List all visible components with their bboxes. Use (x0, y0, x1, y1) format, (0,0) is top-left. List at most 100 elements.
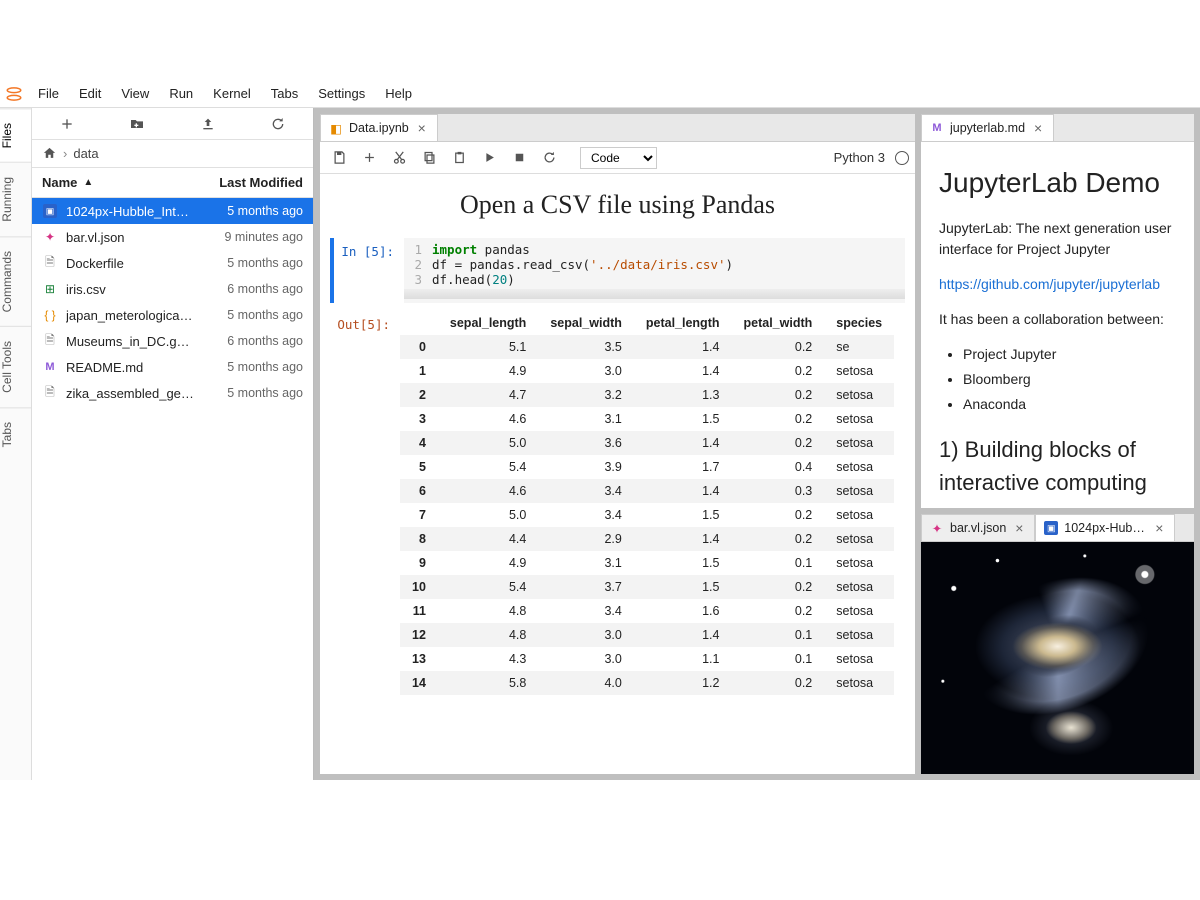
dataframe-table: sepal_lengthsepal_widthpetal_lengthpetal… (400, 311, 894, 695)
sort-caret-icon: ▲ (83, 177, 93, 188)
menu-run[interactable]: Run (159, 86, 203, 101)
image-viewport[interactable] (921, 542, 1194, 774)
kernel-status-icon (895, 151, 909, 165)
restart-button[interactable] (536, 145, 562, 171)
new-folder-button[interactable] (102, 108, 172, 139)
file-name: iris.csv (66, 282, 195, 297)
file-row[interactable]: 🗎Dockerfile5 months ago (32, 250, 313, 276)
menu-kernel[interactable]: Kernel (203, 86, 261, 101)
close-icon[interactable]: × (415, 120, 429, 136)
md-list-item: Anaconda (963, 394, 1176, 415)
menu-settings[interactable]: Settings (308, 86, 375, 101)
file-name: japan_meterological_a... (66, 308, 195, 323)
file-icon: M (42, 359, 58, 375)
file-icon: ▣ (42, 203, 58, 219)
home-icon (42, 146, 57, 161)
file-name: bar.vl.json (66, 230, 195, 245)
kernel-name[interactable]: Python 3 (834, 150, 891, 165)
dataframe-output[interactable]: sepal_lengthsepal_widthpetal_lengthpetal… (400, 311, 905, 695)
menu-edit[interactable]: Edit (69, 86, 111, 101)
file-modified: 5 months ago (203, 256, 303, 270)
vega-icon: ✦ (930, 521, 944, 535)
markdown-tab-strip: M jupyterlab.md × (921, 114, 1194, 142)
notebook-body[interactable]: Open a CSV file using Pandas In [5]: 1im… (320, 174, 915, 774)
md-h2: 1) Building blocks of interactive comput… (939, 433, 1176, 499)
file-row[interactable]: ▣ 1024px-Hubble_Intera... 5 months ago (32, 198, 313, 224)
menu-help[interactable]: Help (375, 86, 422, 101)
galaxy-image (921, 542, 1194, 774)
col-modified-label: Last Modified (203, 175, 303, 190)
md-list-item: Project Jupyter (963, 344, 1176, 365)
file-list[interactable]: ▣ 1024px-Hubble_Intera... 5 months ago ✦bar… (32, 198, 313, 780)
code-editor[interactable]: 1import pandas2df = pandas.read_csv('../… (404, 238, 905, 303)
tab-bar-vl-json[interactable]: ✦ bar.vl.json × (921, 514, 1035, 541)
md-h1: JupyterLab Demo (939, 162, 1176, 204)
copy-button[interactable] (416, 145, 442, 171)
file-modified: 5 months ago (203, 360, 303, 374)
breadcrumb[interactable]: › data (32, 140, 313, 168)
markdown-icon: M (930, 121, 944, 135)
md-list-item: Bloomberg (963, 369, 1176, 390)
work-area: ◧ Data.ipynb × Code (314, 108, 1200, 780)
output-prompt: Out[5]: (330, 311, 400, 695)
file-browser-panel: › data Name ▲ Last Modified ▣ 1024px-Hubb… (32, 108, 314, 780)
file-name: Dockerfile (66, 256, 195, 271)
run-button[interactable] (476, 145, 502, 171)
code-cell[interactable]: In [5]: 1import pandas2df = pandas.read_… (330, 238, 905, 303)
side-tab-cell-tools[interactable]: Cell Tools (0, 326, 31, 407)
menu-tabs[interactable]: Tabs (261, 86, 308, 101)
image-icon: ▣ (1044, 521, 1058, 535)
breadcrumb-separator: › (63, 146, 67, 161)
save-button[interactable] (326, 145, 352, 171)
file-icon: 🗎 (42, 333, 58, 349)
file-row[interactable]: { }japan_meterological_a...5 months ago (32, 302, 313, 328)
tab-data-ipynb[interactable]: ◧ Data.ipynb × (320, 114, 438, 141)
markdown-body[interactable]: JupyterLab Demo JupyterLab: The next gen… (921, 142, 1194, 508)
md-paragraph: JupyterLab: The next generation user int… (939, 218, 1176, 260)
md-link[interactable]: https://github.com/jupyter/jupyterlab (939, 276, 1160, 292)
input-prompt: In [5]: (334, 238, 404, 303)
file-row[interactable]: ✦bar.vl.json9 minutes ago (32, 224, 313, 250)
tab-jupyterlab-md[interactable]: M jupyterlab.md × (921, 114, 1054, 141)
tab-label: jupyterlab.md (950, 121, 1025, 135)
file-icon: { } (42, 307, 58, 323)
cell-type-select[interactable]: Code (580, 147, 657, 169)
menu-file[interactable]: File (28, 86, 69, 101)
menu-view[interactable]: View (111, 86, 159, 101)
tab-label: Data.ipynb (349, 121, 409, 135)
side-tab-commands[interactable]: Commands (0, 236, 31, 326)
notebook-tab-strip: ◧ Data.ipynb × (320, 114, 915, 142)
file-name: 1024px-Hubble_Intera... (66, 204, 195, 219)
side-tab-tabs[interactable]: Tabs (0, 407, 31, 461)
file-modified: 5 months ago (203, 386, 303, 400)
refresh-button[interactable] (243, 108, 313, 139)
close-icon[interactable]: × (1152, 520, 1166, 536)
file-row[interactable]: M README.md 5 months ago (32, 354, 313, 380)
side-tab-running[interactable]: Running (0, 162, 31, 236)
file-list-header[interactable]: Name ▲ Last Modified (32, 168, 313, 198)
md-list: Project Jupyter Bloomberg Anaconda (939, 344, 1176, 415)
breadcrumb-item[interactable]: data (73, 146, 98, 161)
right-column: M jupyterlab.md × JupyterLab Demo Jupyte… (921, 114, 1194, 774)
file-row[interactable]: ⊞iris.csv6 months ago (32, 276, 313, 302)
jupyter-logo (0, 85, 28, 103)
notebook-icon: ◧ (329, 121, 343, 135)
stop-button[interactable] (506, 145, 532, 171)
md-paragraph: It has been a collaboration between: (939, 309, 1176, 330)
file-row[interactable]: 🗎Museums_in_DC.geoj...6 months ago (32, 328, 313, 354)
tab-hubble-image[interactable]: ▣ 1024px-Hubble × (1035, 514, 1175, 541)
side-tab-files[interactable]: Files (0, 108, 31, 162)
close-icon[interactable]: × (1012, 520, 1026, 536)
file-modified: 6 months ago (203, 282, 303, 296)
paste-button[interactable] (446, 145, 472, 171)
close-icon[interactable]: × (1031, 120, 1045, 136)
cut-button[interactable] (386, 145, 412, 171)
upload-button[interactable] (173, 108, 243, 139)
file-row[interactable]: 🗎zika_assembled_geno...5 months ago (32, 380, 313, 406)
file-modified: 5 months ago (203, 204, 303, 218)
new-launcher-button[interactable] (32, 108, 102, 139)
insert-cell-button[interactable] (356, 145, 382, 171)
file-modified: 6 months ago (203, 334, 303, 348)
file-browser-toolbar (32, 108, 313, 140)
file-name: README.md (66, 360, 195, 375)
